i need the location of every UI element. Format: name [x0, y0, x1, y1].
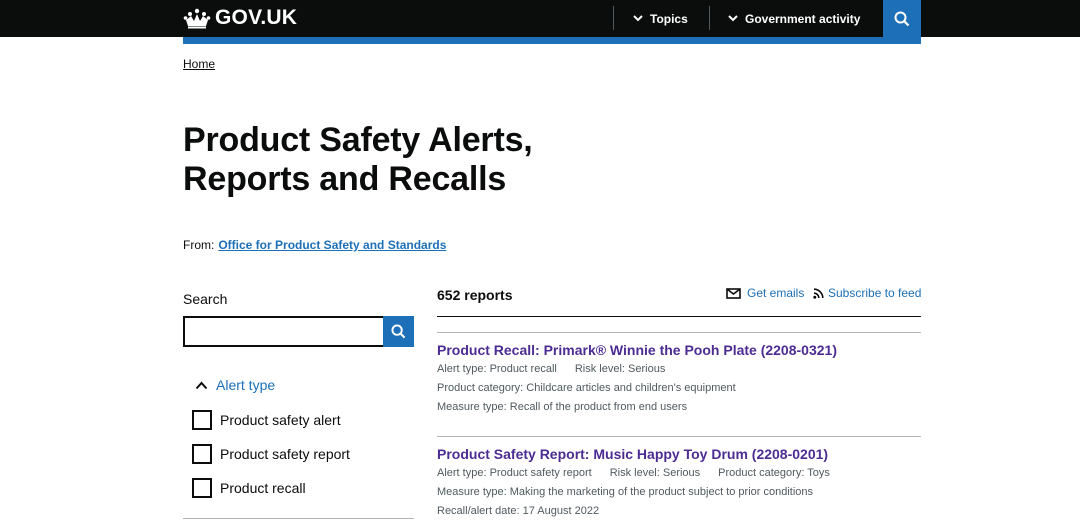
subscribe-feed-link[interactable]: Subscribe to feed	[813, 286, 921, 300]
crown-icon	[183, 8, 211, 29]
search-icon	[391, 324, 406, 339]
nav-government-activity[interactable]: Government activity	[728, 0, 860, 37]
search-icon	[894, 11, 910, 26]
filter-option-product-safety-report[interactable]: Product safety report	[192, 444, 350, 464]
checkbox-label: Product recall	[220, 480, 306, 496]
breadcrumb-home[interactable]: Home	[183, 57, 215, 71]
filter-alert-type-toggle[interactable]: Alert type	[195, 377, 275, 393]
result-title-link[interactable]: Product Recall: Primark® Winnie the Pooh…	[437, 342, 837, 358]
result-product-category: Product category: Childcare articles and…	[437, 382, 736, 394]
get-emails-label: Get emails	[747, 286, 805, 300]
checkbox-label: Product safety alert	[220, 412, 341, 428]
from-label: From:	[183, 238, 215, 252]
result-risk-level: Risk level: Serious	[574, 363, 666, 375]
nav-topics[interactable]: Topics	[633, 0, 688, 37]
page-title-line2: Reports and Recalls	[183, 160, 507, 198]
result-product-category: Product category: Toys	[718, 467, 830, 479]
header-accent-bar	[183, 37, 921, 44]
result-divider	[437, 332, 921, 333]
rss-feed-icon	[813, 287, 824, 299]
checkbox[interactable]	[192, 444, 212, 464]
search-submit-button[interactable]	[383, 316, 414, 347]
chevron-down-icon	[728, 15, 738, 22]
chevron-up-icon	[195, 381, 208, 389]
nav-government-activity-label: Government activity	[745, 11, 861, 26]
page-title-line1: Product Safety Alerts,	[183, 121, 533, 159]
nav-divider	[709, 6, 710, 30]
result-measure-type: Measure type: Recall of the product from…	[437, 401, 688, 413]
checkbox[interactable]	[192, 478, 212, 498]
govuk-logo[interactable]: GOV.UK	[183, 6, 297, 30]
filter-alert-type-label: Alert type	[216, 377, 276, 393]
result-title-link[interactable]: Product Safety Report: Music Happy Toy D…	[437, 446, 828, 462]
get-emails-link[interactable]: Get emails	[726, 286, 804, 300]
header-search-button[interactable]	[883, 0, 921, 37]
result-date: Recall/alert date: 17 August 2022	[437, 505, 600, 517]
result-risk-level: Risk level: Serious	[609, 467, 701, 479]
result-meta-row: Alert type: Product safety report Risk le…	[437, 467, 830, 479]
results-divider	[437, 316, 921, 317]
result-divider	[437, 436, 921, 437]
nav-topics-label: Topics	[650, 11, 688, 26]
results-count: 652 reports	[437, 287, 513, 303]
page-title: Product Safety Alerts, Reports and Recal…	[183, 121, 663, 199]
filter-option-product-safety-alert[interactable]: Product safety alert	[192, 410, 341, 430]
from-line: From: Office for Product Safety and Stand…	[183, 238, 446, 252]
from-org-link[interactable]: Office for Product Safety and Standards	[218, 238, 446, 252]
chevron-down-icon	[633, 15, 643, 22]
checkbox[interactable]	[192, 410, 212, 430]
result-meta-row: Alert type: Product recall Risk level: Se…	[437, 363, 665, 375]
result-measure-type: Measure type: Making the marketing of th…	[437, 486, 814, 498]
search-label: Search	[183, 291, 228, 307]
filter-option-product-recall[interactable]: Product recall	[192, 478, 306, 498]
nav-divider	[613, 6, 614, 30]
search-input[interactable]	[183, 316, 383, 347]
logo-text: GOV.UK	[215, 6, 298, 29]
result-alert-type: Alert type: Product safety report	[437, 467, 592, 479]
filter-divider	[183, 518, 414, 519]
result-alert-type: Alert type: Product recall	[437, 363, 557, 375]
site-header: GOV.UK Topics Government activity	[0, 0, 1080, 37]
subscribe-feed-label: Subscribe to feed	[828, 286, 922, 300]
checkbox-label: Product safety report	[220, 446, 350, 462]
search-box	[183, 316, 414, 347]
envelope-icon	[726, 287, 741, 299]
